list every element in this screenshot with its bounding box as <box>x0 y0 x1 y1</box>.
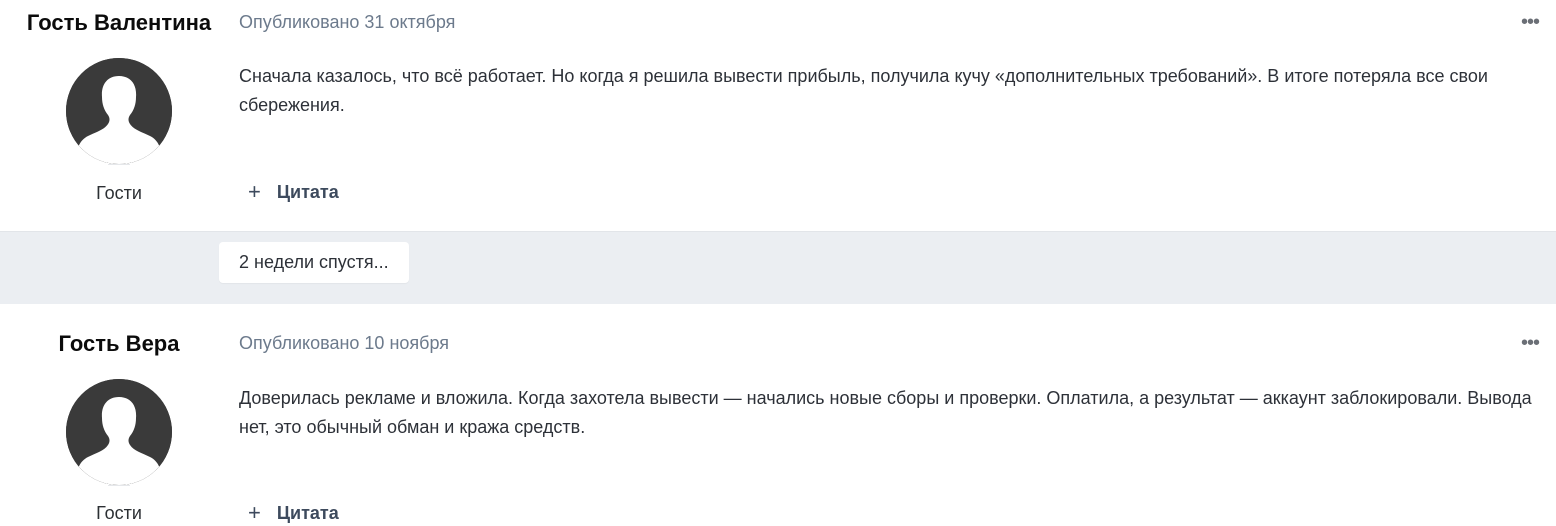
avatar-divider <box>108 485 130 486</box>
post-content: Доверилась рекламе и вложила. Когда захо… <box>239 388 1532 437</box>
post: Гость Вера Гости Опубликовано 10 ноября … <box>0 304 1556 526</box>
avatar[interactable] <box>66 58 172 164</box>
ellipsis-icon: ••• <box>1520 11 1540 33</box>
quote-button[interactable]: + Цитата <box>248 181 339 203</box>
quote-label: Цитата <box>276 502 339 523</box>
time-gap-label: 2 недели спустя... <box>219 242 409 283</box>
avatar[interactable] <box>66 379 172 485</box>
plus-icon: + <box>248 179 261 204</box>
user-group: Гости <box>96 183 142 203</box>
post-options-button[interactable]: ••• <box>1518 12 1542 32</box>
user-group: Гости <box>96 503 142 523</box>
quote-label: Цитата <box>276 181 339 202</box>
post-date[interactable]: Опубликовано 10 ноября <box>239 333 449 354</box>
quote-button[interactable]: + Цитата <box>248 502 339 524</box>
default-avatar-icon <box>66 379 172 485</box>
author-name[interactable]: Гость Валентина <box>0 10 238 36</box>
plus-icon: + <box>248 500 261 525</box>
time-separator: 2 недели спустя... <box>0 231 1556 304</box>
post-content: Сначала казалось, что всё работает. Но к… <box>239 66 1488 115</box>
post-options-button[interactable]: ••• <box>1518 333 1542 353</box>
ellipsis-icon: ••• <box>1520 332 1540 354</box>
author-name[interactable]: Гость Вера <box>0 331 238 357</box>
avatar-divider <box>108 164 130 165</box>
post-date[interactable]: Опубликовано 31 октября <box>239 12 455 33</box>
post: Гость Валентина Гости Опубликовано 31 ок… <box>0 0 1556 231</box>
default-avatar-icon <box>66 58 172 164</box>
